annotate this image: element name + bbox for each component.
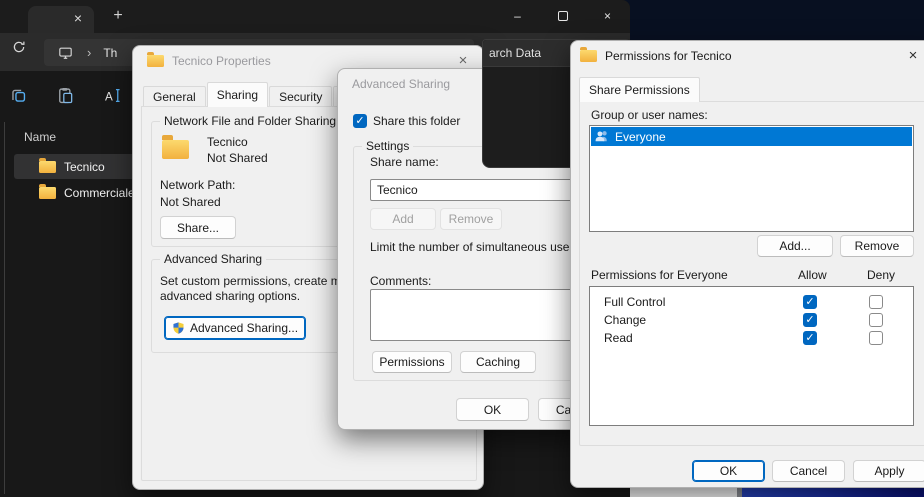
folder-icon xyxy=(580,50,597,62)
advanced-description-line2: advanced sharing options. xyxy=(160,289,300,303)
share-button[interactable]: Share... xyxy=(160,216,236,239)
limit-users-label: Limit the number of simultaneous users t… xyxy=(370,240,596,254)
advanced-sharing-button[interactable]: Advanced Sharing... xyxy=(164,316,306,340)
caching-button[interactable]: Caching xyxy=(460,351,536,373)
allow-checkbox[interactable] xyxy=(803,331,817,345)
share-this-folder-label: Share this folder xyxy=(373,114,460,128)
group-name: Everyone xyxy=(615,130,666,144)
dialog-title: Advanced Sharing xyxy=(352,77,450,91)
shared-folder-name: Tecnico xyxy=(207,135,248,149)
cancel-button[interactable]: Cancel xyxy=(772,460,845,482)
tab-sharing[interactable]: Sharing xyxy=(207,82,268,107)
svg-text:A: A xyxy=(105,90,113,103)
maximize-icon[interactable] xyxy=(540,0,585,32)
group-user-names-label: Group or user names: xyxy=(591,108,708,122)
permissions-titlebar: Permissions for Tecnico xyxy=(571,41,924,71)
advanced-description-line1: Set custom permissions, create multip xyxy=(160,274,363,288)
window-controls: – × xyxy=(495,0,630,32)
permission-row-read: Read xyxy=(590,329,913,347)
tab-general[interactable]: General xyxy=(143,86,206,107)
close-icon[interactable]: × xyxy=(585,0,630,32)
file-name: Commerciale xyxy=(64,186,135,200)
permissions-for-label: Permissions for Everyone xyxy=(591,268,728,282)
tab-share-permissions[interactable]: Share Permissions xyxy=(579,77,700,102)
groupbox-title: Advanced Sharing xyxy=(160,252,266,266)
folder-icon xyxy=(39,187,56,199)
permission-row-full-control: Full Control xyxy=(590,293,913,311)
deny-checkbox[interactable] xyxy=(869,295,883,309)
share-this-folder-checkbox[interactable] xyxy=(353,114,367,128)
ok-button[interactable]: OK xyxy=(692,460,765,482)
search-value: arch Data xyxy=(489,46,541,60)
paste-icon[interactable] xyxy=(57,87,74,104)
explorer-tab-bar: × + – × xyxy=(0,0,630,33)
monitor-icon xyxy=(58,46,73,60)
users-icon xyxy=(594,129,610,144)
explorer-tab[interactable]: × xyxy=(28,6,94,33)
group-user-list[interactable]: Everyone xyxy=(589,125,914,232)
permission-label: Read xyxy=(604,331,633,345)
allow-checkbox[interactable] xyxy=(803,295,817,309)
minimize-icon[interactable]: – xyxy=(495,0,540,32)
new-tab-icon[interactable]: + xyxy=(108,6,128,26)
permissions-dialog: Permissions for Tecnico × Share Permissi… xyxy=(570,40,924,488)
file-name: Tecnico xyxy=(64,160,105,174)
copy-icon[interactable] xyxy=(10,87,27,104)
dialog-title: Permissions for Tecnico xyxy=(605,49,732,63)
column-header-name[interactable]: Name xyxy=(24,130,56,144)
permission-row-change: Change xyxy=(590,311,913,329)
share-name-input[interactable] xyxy=(370,179,590,201)
network-path-value: Not Shared xyxy=(160,195,221,209)
advanced-sharing-button-label: Advanced Sharing... xyxy=(190,321,298,335)
comments-textarea[interactable] xyxy=(370,289,590,341)
deny-checkbox[interactable] xyxy=(869,331,883,345)
allow-checkbox[interactable] xyxy=(803,313,817,327)
tab-close-icon[interactable]: × xyxy=(70,10,86,26)
tab-security[interactable]: Security xyxy=(269,86,332,107)
ok-button[interactable]: OK xyxy=(456,398,529,421)
permission-label: Full Control xyxy=(604,295,665,309)
remove-share-button[interactable]: Remove xyxy=(440,208,502,230)
allow-column-header: Allow xyxy=(798,268,827,282)
folder-icon xyxy=(162,140,189,159)
refresh-icon[interactable] xyxy=(12,40,26,54)
permissions-button[interactable]: Permissions xyxy=(372,351,452,373)
folder-icon xyxy=(39,161,56,173)
desktop: × + – × › Th xyxy=(0,0,924,497)
share-name-label: Share name: xyxy=(370,155,439,169)
folder-icon xyxy=(147,55,164,67)
chevron-right-icon: › xyxy=(87,45,91,60)
groupbox-title: Network File and Folder Sharing xyxy=(160,114,340,128)
groupbox-title: Settings xyxy=(362,139,413,153)
comments-label: Comments: xyxy=(370,274,431,288)
pane-divider xyxy=(4,122,5,494)
shield-icon xyxy=(172,321,185,335)
add-share-button[interactable]: Add xyxy=(370,208,436,230)
close-icon[interactable]: × xyxy=(901,46,924,66)
add-button[interactable]: Add... xyxy=(757,235,833,257)
network-path-label: Network Path: xyxy=(160,178,235,192)
shared-folder-status: Not Shared xyxy=(207,151,268,165)
list-item-everyone[interactable]: Everyone xyxy=(591,127,912,146)
deny-column-header: Deny xyxy=(867,268,895,282)
permissions-list[interactable]: Full Control Change Read xyxy=(589,286,914,426)
remove-button[interactable]: Remove xyxy=(840,235,914,257)
deny-checkbox[interactable] xyxy=(869,313,883,327)
breadcrumb-path[interactable]: Th xyxy=(103,46,117,60)
dialog-title: Tecnico Properties xyxy=(172,54,271,68)
apply-button[interactable]: Apply xyxy=(853,460,924,482)
rename-icon[interactable]: A xyxy=(104,87,122,104)
permissions-tabs: Share Permissions xyxy=(579,77,701,102)
permission-label: Change xyxy=(604,313,646,327)
share-this-folder-row: Share this folder xyxy=(353,114,460,128)
